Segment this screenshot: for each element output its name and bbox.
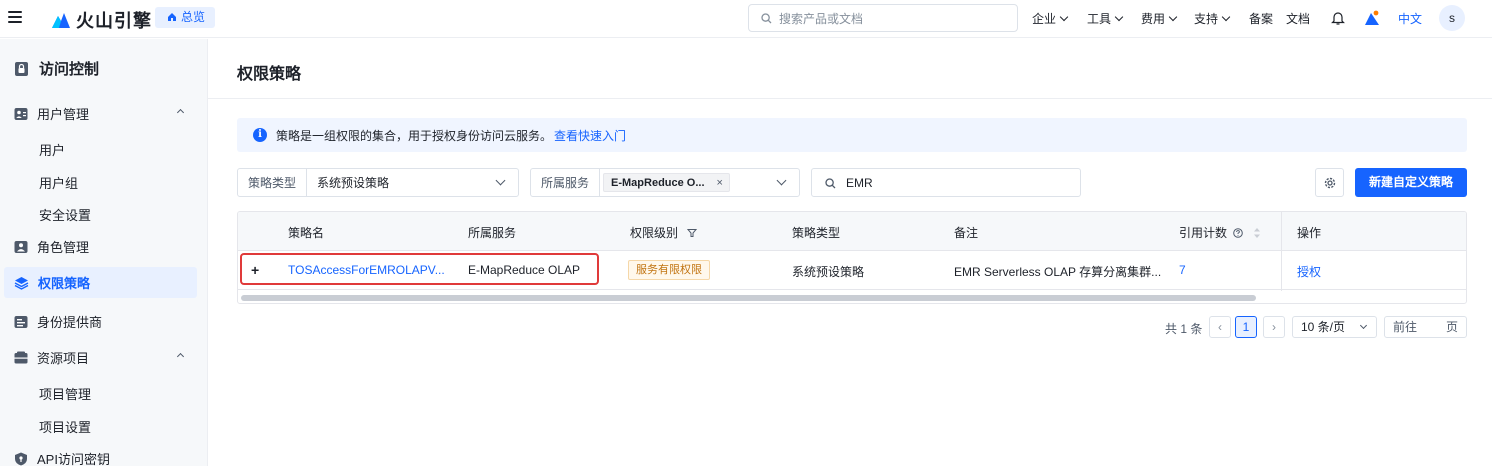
global-search-input[interactable]: 搜索产品或文档 — [748, 4, 1018, 32]
col-policy-type: 策略类型 — [792, 226, 841, 240]
language-switch[interactable]: 中文 — [1398, 10, 1422, 27]
shield-lock-icon — [15, 61, 28, 76]
top-bar: 火山引擎 总览 搜索产品或文档 企业 工具 费用 支持 备案 文档 中文 s — [0, 0, 1492, 38]
filter-icon[interactable] — [687, 228, 698, 238]
chevron-down-icon — [1221, 12, 1231, 22]
info-icon: i — [253, 128, 267, 142]
page-title: 权限策略 — [237, 66, 302, 83]
sidebar-item-user-management[interactable]: 用户管理 — [4, 98, 197, 129]
sidebar: 访问控制 用户管理 用户 用户组 安全设置 角色管理 权限策略 身份提供商 资源… — [0, 39, 208, 467]
service-tag: E-MapReduce O... × — [603, 173, 730, 192]
chevron-down-icon — [1168, 12, 1178, 22]
sidebar-item-policies[interactable]: 权限策略 — [4, 267, 197, 298]
page-jump-input[interactable]: 前往 页 — [1384, 316, 1467, 338]
col-remark: 备注 — [954, 226, 979, 240]
chevron-down-icon — [1114, 12, 1124, 22]
col-ref-count: 引用计数 — [1179, 224, 1261, 241]
policy-layers-icon — [14, 276, 29, 290]
policy-search-input[interactable]: EMR — [811, 168, 1081, 197]
gear-icon — [1324, 177, 1335, 188]
create-custom-policy-button[interactable]: 新建自定义策略 — [1355, 168, 1467, 197]
search-icon — [825, 178, 836, 189]
policy-type-value: 系统预设策略 — [317, 176, 390, 190]
quick-start-link[interactable]: 查看快速入门 — [554, 127, 626, 144]
user-manage-icon — [14, 107, 28, 120]
col-permission-level: 权限级别 — [630, 224, 698, 241]
brand-logo[interactable]: 火山引擎 — [51, 7, 152, 33]
sidebar-item-resource-projects[interactable]: 资源项目 — [4, 342, 197, 373]
highlight-annotation — [240, 253, 599, 285]
sidebar-item-project-settings[interactable]: 项目设置 — [39, 417, 91, 436]
key-icon — [15, 452, 27, 465]
chevron-down-icon — [1059, 12, 1069, 22]
resource-icon — [14, 351, 28, 363]
chevron-up-icon — [176, 108, 185, 117]
home-icon — [168, 13, 176, 21]
nav-enterprise[interactable]: 企业 — [1032, 10, 1069, 27]
permission-level-badge: 服务有限权限 — [628, 260, 710, 280]
search-value: EMR — [846, 175, 873, 190]
user-avatar[interactable]: s — [1439, 5, 1465, 31]
rocket-icon[interactable] — [1363, 9, 1381, 27]
col-service: 所属服务 — [468, 226, 517, 240]
service-select[interactable]: 所属服务 E-MapReduce O... × — [530, 168, 800, 197]
page-1-button[interactable]: 1 — [1235, 316, 1257, 338]
search-placeholder: 搜索产品或文档 — [779, 11, 864, 26]
overview-label: 总览 — [181, 10, 206, 24]
service-label: 所属服务 — [531, 169, 601, 196]
chevron-down-icon — [776, 175, 787, 186]
policy-remark: EMR Serverless OLAP 存算分离集群... — [954, 265, 1162, 279]
nav-filing[interactable]: 备案 — [1249, 10, 1273, 27]
sidebar-item-user-groups[interactable]: 用户组 — [39, 173, 78, 192]
policy-type: 系统预设策略 — [792, 265, 865, 279]
idp-icon — [14, 315, 28, 328]
nav-billing[interactable]: 费用 — [1141, 10, 1178, 27]
ref-count-link[interactable]: 7 — [1179, 263, 1186, 277]
role-icon — [14, 240, 28, 253]
pagination-total: 共 1 条 — [1165, 322, 1203, 336]
col-actions: 操作 — [1297, 226, 1322, 240]
bell-icon[interactable] — [1331, 11, 1345, 26]
sidebar-item-identity-providers[interactable]: 身份提供商 — [4, 306, 197, 337]
sidebar-title: 访问控制 — [14, 58, 99, 79]
sidebar-item-users[interactable]: 用户 — [39, 140, 65, 159]
page-size-select[interactable]: 10 条/页 — [1292, 316, 1377, 338]
hamburger-menu-icon[interactable] — [8, 11, 22, 25]
brand-name: 火山引擎 — [76, 11, 152, 31]
overview-button[interactable]: 总览 — [155, 7, 216, 28]
table-settings-button[interactable] — [1315, 168, 1344, 197]
sidebar-item-roles[interactable]: 角色管理 — [4, 231, 197, 262]
policy-type-select[interactable]: 策略类型 系统预设策略 — [237, 168, 519, 197]
info-banner: i 策略是一组权限的集合，用于授权身份访问云服务。 查看快速入门 — [237, 118, 1467, 152]
help-icon[interactable] — [1233, 228, 1244, 238]
sidebar-item-security-settings[interactable]: 安全设置 — [39, 205, 91, 224]
col-policy-name: 策略名 — [288, 226, 325, 240]
search-icon — [761, 13, 772, 24]
sidebar-item-project-management[interactable]: 项目管理 — [39, 384, 91, 403]
horizontal-scrollbar[interactable] — [241, 295, 1256, 301]
info-text: 策略是一组权限的集合，用于授权身份访问云服务。 — [276, 128, 553, 143]
nav-docs[interactable]: 文档 — [1286, 10, 1310, 27]
authorize-link[interactable]: 授权 — [1297, 263, 1321, 280]
sort-icon[interactable] — [1253, 227, 1261, 239]
prev-page-button[interactable]: ‹ — [1209, 316, 1231, 338]
next-page-button[interactable]: › — [1263, 316, 1285, 338]
nav-support[interactable]: 支持 — [1194, 10, 1231, 27]
close-icon[interactable]: × — [717, 177, 723, 189]
sidebar-item-api-keys[interactable]: API访问密钥 — [4, 443, 197, 474]
chevron-down-icon — [1359, 321, 1368, 330]
chevron-up-icon — [176, 352, 185, 361]
divider — [208, 98, 1492, 99]
volcano-logo-icon — [52, 13, 70, 28]
policy-type-label: 策略类型 — [238, 169, 308, 196]
nav-tools[interactable]: 工具 — [1087, 10, 1124, 27]
